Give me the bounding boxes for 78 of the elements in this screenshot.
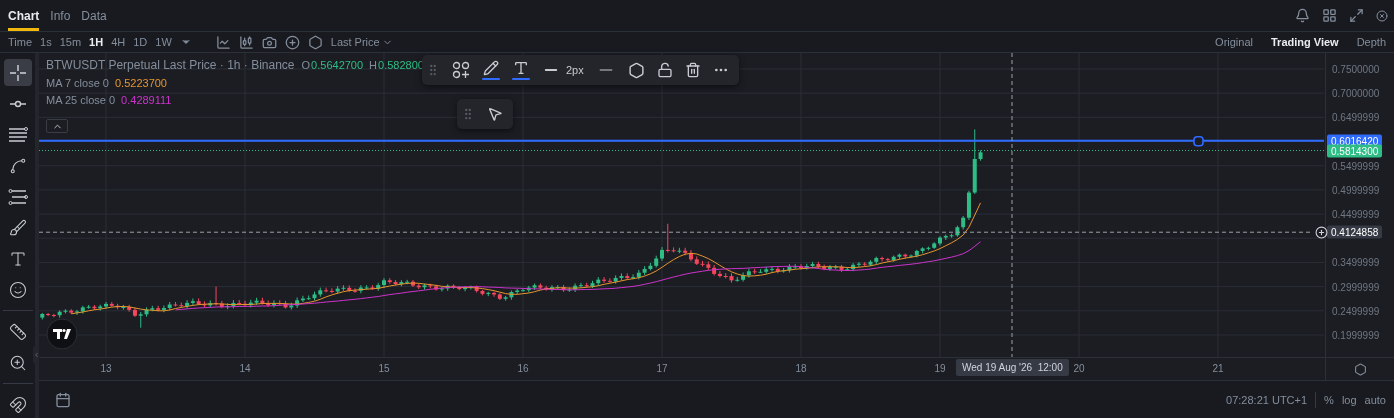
cursor-icon[interactable]: [487, 106, 503, 122]
tab[interactable]: Data: [81, 0, 107, 31]
smiley-icon[interactable]: [8, 280, 27, 299]
indicator-name: MA 25 close 0: [46, 94, 116, 106]
view-tab[interactable]: Depth: [1346, 36, 1386, 48]
view-tab[interactable]: Original: [1205, 36, 1253, 48]
interval-option[interactable]: 1H: [89, 36, 104, 48]
ohlc-label: O: [301, 59, 311, 71]
price-tick: 0.6499999: [1332, 111, 1380, 123]
time-tick: 17: [656, 363, 668, 374]
crosshair-icon[interactable]: [8, 63, 27, 82]
line-handle[interactable]: [1193, 135, 1204, 147]
add-template-icon[interactable]: [452, 61, 470, 79]
time-tick: 19: [934, 363, 946, 374]
trash-icon[interactable]: [684, 62, 701, 78]
camera-icon[interactable]: [261, 34, 277, 50]
view-tab[interactable]: Trading View: [1261, 36, 1339, 48]
bell-icon[interactable]: [1295, 8, 1310, 23]
tab[interactable]: Chart: [8, 0, 40, 31]
collapse-button[interactable]: [46, 119, 68, 133]
tab[interactable]: Info: [50, 0, 71, 31]
price-tick: 0.3499999: [1332, 256, 1380, 268]
time-tick: 14: [239, 363, 251, 374]
pattern-icon[interactable]: [8, 156, 27, 175]
zoom-in-icon[interactable]: [8, 353, 27, 372]
drawing-tool[interactable]: [3, 59, 32, 86]
pencil-icon[interactable]: [483, 60, 499, 76]
price-tick: 0.7500000: [1332, 63, 1380, 75]
magnet-icon[interactable]: [8, 395, 27, 414]
text-icon[interactable]: [513, 60, 529, 76]
time-label: Time: [8, 36, 33, 48]
clock-text: 07:28:21 UTC+1: [1226, 393, 1308, 406]
interval-option[interactable]: 15m: [59, 36, 82, 48]
crosshair-time-label: Wed 19 Aug '26 12:00: [956, 359, 1069, 376]
log-toggle[interactable]: log: [1341, 393, 1357, 406]
interval-option[interactable]: 1W: [155, 36, 172, 48]
price-tick: 0.5499999: [1332, 160, 1380, 172]
expand-icon[interactable]: [1349, 8, 1364, 23]
price-tick: 0.4499999: [1332, 208, 1380, 220]
ruler-icon[interactable]: [8, 322, 27, 341]
price-label: 0.5814300: [1327, 144, 1383, 157]
interval-option[interactable]: 4H: [111, 36, 126, 48]
close-icon[interactable]: [1376, 9, 1388, 22]
plus-circle-icon[interactable]: [284, 34, 300, 50]
indicator-value: 0.4289111: [121, 94, 172, 106]
interval-option[interactable]: 1s: [40, 36, 52, 48]
auto-toggle[interactable]: auto: [1364, 393, 1386, 406]
price-tick: 0.1999999: [1332, 329, 1380, 341]
candlestick-icon[interactable]: [238, 34, 254, 50]
line-width-button[interactable]: 2px: [542, 61, 584, 79]
price-type-dropdown[interactable]: Last Price: [330, 36, 393, 48]
time-tick: 18: [795, 363, 807, 374]
time-tick: 13: [100, 363, 112, 374]
symbol-title: BTWUSDT Perpetual Last Price · 1h · Binance: [46, 58, 295, 72]
time-tick: 16: [517, 363, 529, 374]
ohlc-value: 0.582800: [378, 59, 424, 71]
calendar-icon[interactable]: [55, 391, 71, 408]
time-tick: 20: [1073, 363, 1085, 374]
time-tick: 21: [1212, 363, 1224, 374]
brush-icon[interactable]: [8, 218, 27, 237]
unlock-icon[interactable]: [656, 62, 673, 78]
indicator-name: MA 7 close 0: [46, 77, 109, 89]
price-tick: 0.2999999: [1332, 281, 1380, 293]
horizontal-line[interactable]: [39, 139, 1324, 142]
interval-option[interactable]: 1D: [133, 36, 148, 48]
percent-toggle[interactable]: %: [1324, 393, 1334, 406]
ohlc-label: H: [369, 59, 378, 71]
line-chart-icon[interactable]: [215, 34, 231, 50]
price-tick: 0.4999999: [1332, 184, 1380, 196]
price-tick: 0.7000000: [1332, 87, 1380, 99]
indicator-value: 0.5223700: [115, 77, 167, 89]
price-tick: 0.2499999: [1332, 305, 1380, 317]
ohlc-value: 0.5642700: [311, 59, 364, 71]
grid-icon[interactable]: [1322, 8, 1337, 23]
price-label: 0.4124858: [1327, 225, 1383, 239]
time-tick: 15: [378, 363, 390, 374]
text-icon[interactable]: [8, 249, 27, 268]
add-alert-icon[interactable]: [1315, 225, 1328, 239]
